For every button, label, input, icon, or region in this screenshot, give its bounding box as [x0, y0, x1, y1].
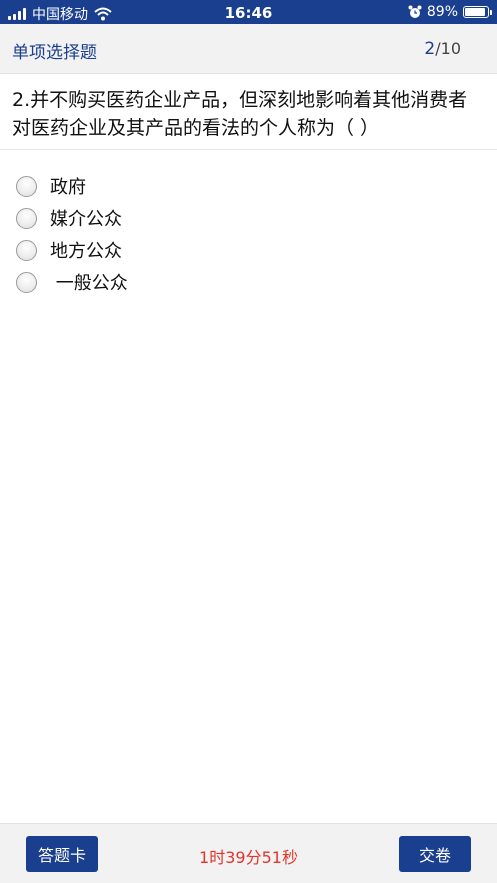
option-label: 政府: [50, 177, 86, 198]
page-title: 单项选择题: [12, 43, 97, 63]
option-item[interactable]: 一般公众: [16, 266, 476, 298]
option-item[interactable]: 地方公众: [16, 234, 476, 266]
option-list: 政府 媒介公众 地方公众 一般公众: [16, 170, 476, 298]
status-bar: 中国移动 16:46 89%: [0, 0, 497, 24]
radio-button[interactable]: [16, 271, 37, 293]
option-label: 媒介公众: [50, 209, 122, 230]
option-item[interactable]: 媒介公众: [16, 202, 476, 234]
footer-bar: 答题卡 1时39分51秒 交卷: [0, 823, 497, 883]
submit-exam-button[interactable]: 交卷: [399, 836, 471, 872]
battery-percent: 89%: [426, 4, 458, 20]
progress-total: /10: [435, 39, 461, 58]
option-item[interactable]: 政府: [16, 170, 476, 202]
progress-current: 2: [424, 39, 436, 59]
question-text: 2.并不购买医药企业产品，但深刻地影响着其他消费者对医药企业及其产品的看法的个人…: [0, 74, 497, 150]
battery-icon: [463, 6, 492, 18]
radio-button[interactable]: [16, 207, 37, 229]
status-right: 89%: [408, 4, 492, 20]
battery-fill: [465, 8, 485, 16]
option-label: 一般公众: [50, 273, 128, 294]
answer-card-button[interactable]: 答题卡: [26, 836, 98, 872]
alarm-icon: [408, 5, 422, 18]
radio-button[interactable]: [16, 175, 37, 197]
radio-button[interactable]: [16, 239, 37, 261]
option-label: 地方公众: [50, 241, 122, 262]
question-progress: 2/10: [424, 39, 461, 59]
header: 单项选择题 2/10: [0, 24, 497, 74]
